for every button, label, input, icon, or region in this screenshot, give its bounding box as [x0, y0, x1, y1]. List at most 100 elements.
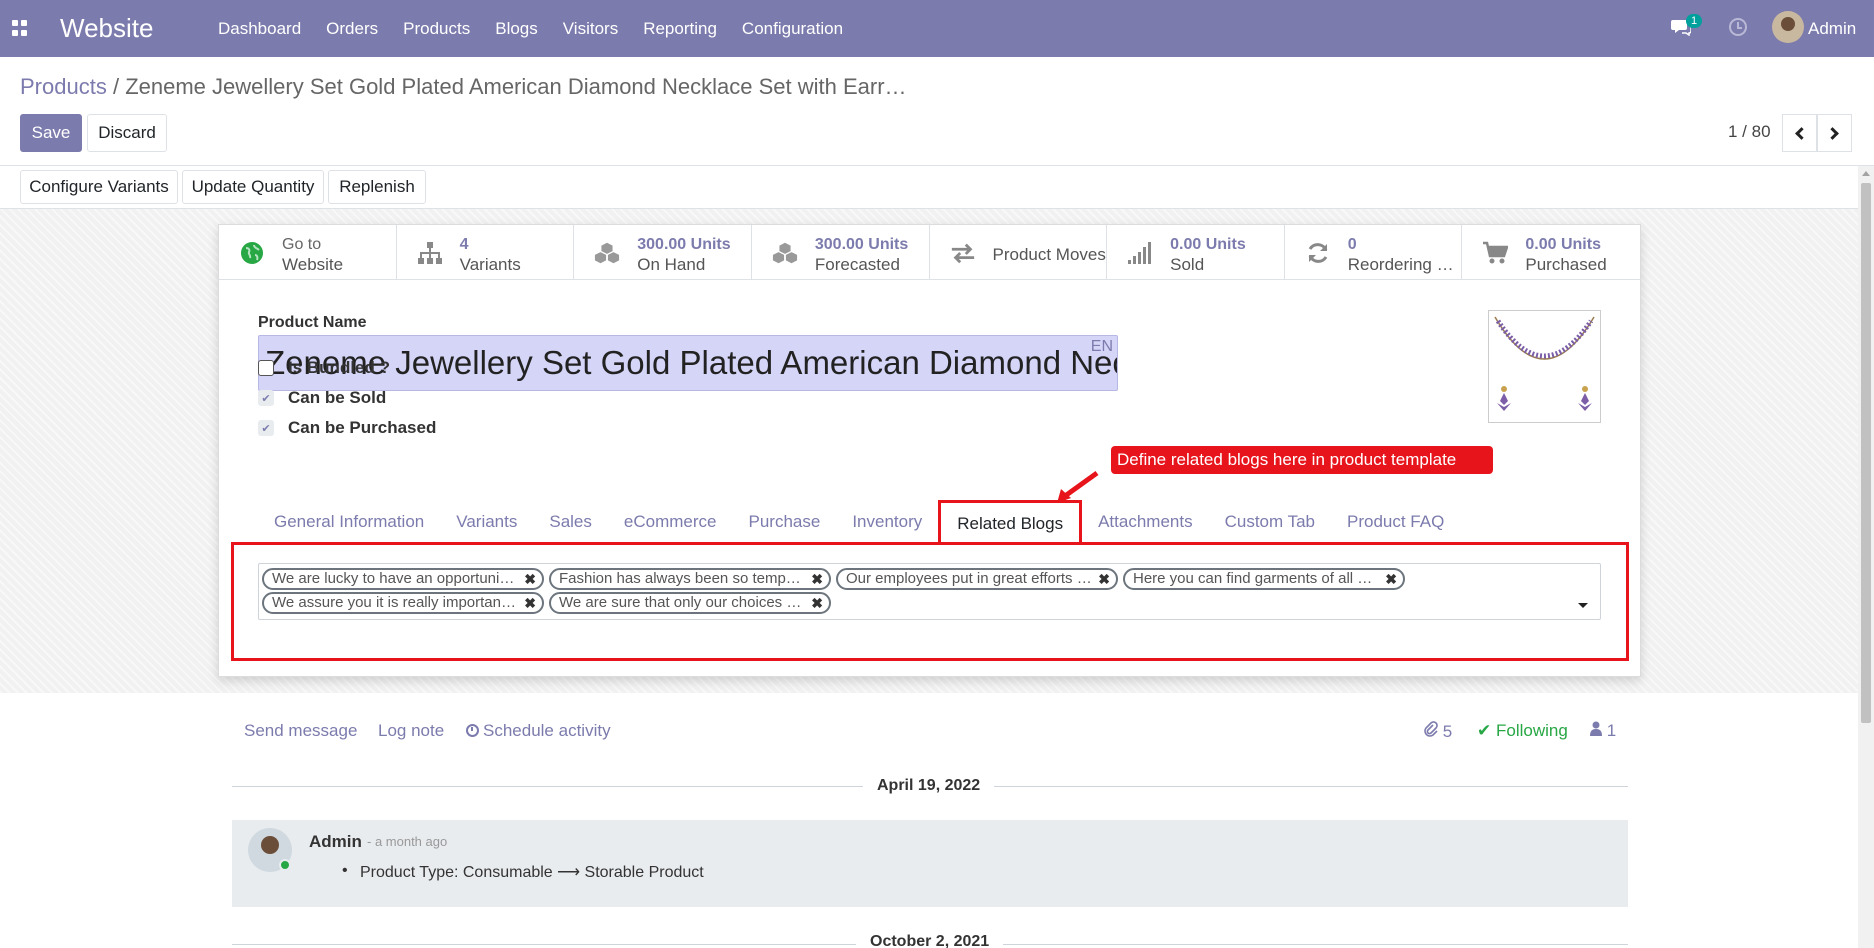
clock-icon	[466, 724, 479, 737]
tab-variants[interactable]: Variants	[440, 500, 533, 544]
forecasted-button[interactable]: 300.00 Units Forecasted	[752, 225, 930, 280]
menu-orders[interactable]: Orders	[326, 19, 378, 39]
related-blogs-field[interactable]: We are lucky to have an opportunit… ✖ Fas…	[258, 563, 1601, 620]
translate-lang-button[interactable]: EN	[1086, 338, 1113, 356]
paperclip-icon	[1424, 721, 1438, 737]
breadcrumb-products-link[interactable]: Products	[20, 74, 107, 99]
attachments-button[interactable]: 5	[1424, 721, 1452, 742]
sitemap-icon	[417, 242, 442, 264]
configure-variants-button[interactable]: Configure Variants	[20, 170, 178, 204]
is-bundled-checkbox[interactable]	[258, 360, 274, 376]
dropdown-caret-icon[interactable]	[1578, 603, 1588, 608]
apps-grid-icon[interactable]	[12, 20, 28, 36]
schedule-activity-button[interactable]: Schedule activity	[466, 721, 611, 741]
blog-tag: We are sure that only our choices … ✖	[549, 592, 831, 614]
remove-tag-icon[interactable]: ✖	[811, 594, 823, 612]
go-to-website-button[interactable]: Go to Website	[219, 225, 397, 280]
related-blogs-tags: We are lucky to have an opportunit… ✖ Fas…	[262, 568, 1562, 614]
product-name-value: Zeneme Jewellery Set Gold Plated America…	[265, 344, 1117, 381]
can-be-purchased-field: ✔ Can be Purchased	[258, 418, 436, 438]
tab-general-information[interactable]: General Information	[258, 500, 440, 544]
necklace-image	[1494, 316, 1595, 411]
cart-icon	[1483, 241, 1509, 264]
can-be-sold-field: ✔ Can be Sold	[258, 388, 386, 408]
is-bundled-field: Is Bundled ?	[258, 358, 390, 378]
message-author[interactable]: Admin	[309, 832, 362, 852]
product-name-label: Product Name	[258, 314, 367, 331]
scrollbar[interactable]	[1858, 166, 1874, 948]
smart-buttons: Go to Website 4 Variants 300.00 Units On…	[219, 225, 1640, 280]
following-button[interactable]: ✔ Following	[1477, 721, 1568, 741]
tab-sales[interactable]: Sales	[533, 500, 608, 544]
remove-tag-icon[interactable]: ✖	[811, 570, 823, 588]
purchased-button[interactable]: 0.00 Units Purchased	[1462, 225, 1640, 280]
log-note-button[interactable]: Log note	[378, 721, 444, 741]
cubes-icon	[772, 242, 797, 264]
save-button[interactable]: Save	[20, 114, 82, 152]
can-be-purchased-checkbox[interactable]: ✔	[258, 420, 274, 436]
menu-products[interactable]: Products	[403, 19, 470, 39]
blog-tag: We assure you it is really important… ✖	[262, 592, 544, 614]
tab-product-faq[interactable]: Product FAQ	[1331, 500, 1460, 544]
can-be-sold-label: Can be Sold	[288, 388, 387, 407]
tab-custom-tab[interactable]: Custom Tab	[1209, 500, 1331, 544]
tab-inventory[interactable]: Inventory	[836, 500, 938, 544]
pager-value[interactable]: 1 / 80	[1728, 122, 1771, 142]
variants-button[interactable]: 4 Variants	[397, 225, 575, 280]
online-status-icon	[279, 859, 291, 871]
followers-button[interactable]: 1	[1590, 721, 1616, 741]
product-image[interactable]	[1488, 310, 1601, 423]
user-icon	[1590, 721, 1602, 736]
discard-button[interactable]: Discard	[87, 114, 167, 152]
tab-purchase[interactable]: Purchase	[732, 500, 836, 544]
remove-tag-icon[interactable]: ✖	[524, 570, 536, 588]
chatter-message: Admin - a month ago Product Type: Consum…	[232, 820, 1628, 907]
reordering-rules-button[interactable]: 0 Reordering …	[1285, 225, 1463, 280]
date-label: April 19, 2022	[863, 777, 995, 795]
is-bundled-label: Is Bundled ?	[288, 358, 390, 377]
message-time: - a month ago	[367, 834, 448, 849]
cubes-icon	[595, 242, 620, 264]
tab-related-blogs[interactable]: Related Blogs	[938, 500, 1083, 544]
user-avatar[interactable]	[1772, 11, 1804, 43]
menu-configuration[interactable]: Configuration	[742, 19, 843, 39]
remove-tag-icon[interactable]: ✖	[524, 594, 536, 612]
sold-button[interactable]: 0.00 Units Sold	[1107, 225, 1285, 280]
exchange-icon	[951, 243, 974, 264]
tab-ecommerce[interactable]: eCommerce	[608, 500, 733, 544]
annotation-callout: Define related blogs here in product tem…	[1111, 446, 1493, 474]
tab-attachments[interactable]: Attachments	[1082, 500, 1209, 544]
notebook-tabs: General Information Variants Sales eComm…	[258, 500, 1460, 544]
scrollbar-thumb[interactable]	[1861, 183, 1871, 723]
update-quantity-button[interactable]: Update Quantity	[182, 170, 324, 204]
blog-tag: Our employees put in great efforts t… ✖	[836, 568, 1118, 590]
remove-tag-icon[interactable]: ✖	[1098, 570, 1110, 588]
remove-tag-icon[interactable]: ✖	[1385, 570, 1397, 588]
product-moves-button[interactable]: Product Moves	[930, 225, 1108, 280]
chat-count-badge: 1	[1686, 14, 1703, 28]
top-navbar: Website Dashboard Orders Products Blogs …	[0, 0, 1874, 57]
app-title[interactable]: Website	[60, 13, 153, 44]
pager-next-button[interactable]	[1817, 114, 1852, 152]
refresh-icon	[1308, 243, 1328, 263]
menu-dashboard[interactable]: Dashboard	[218, 19, 301, 39]
menu-reporting[interactable]: Reporting	[643, 19, 717, 39]
can-be-purchased-label: Can be Purchased	[288, 418, 437, 437]
menu-visitors[interactable]: Visitors	[563, 19, 618, 39]
breadcrumb: Products / Zeneme Jewellery Set Gold Pla…	[20, 74, 907, 100]
scroll-up-icon[interactable]	[1862, 171, 1870, 176]
tracking-value: Product Type: Consumable ⟶ Storable Prod…	[342, 862, 704, 882]
on-hand-button[interactable]: 300.00 Units On Hand	[574, 225, 752, 280]
breadcrumb-current: Zeneme Jewellery Set Gold Plated America…	[125, 74, 907, 99]
chevron-left-icon	[1795, 126, 1808, 140]
send-message-button[interactable]: Send message	[244, 721, 357, 741]
pager-previous-button[interactable]	[1782, 114, 1817, 152]
activity-clock-icon[interactable]	[1729, 18, 1747, 36]
breadcrumb-separator: /	[112, 74, 120, 99]
blog-tag: Fashion has always been so temp… ✖	[549, 568, 831, 590]
user-name[interactable]: Admin	[1808, 19, 1856, 39]
menu-blogs[interactable]: Blogs	[495, 19, 538, 39]
check-icon: ✔	[1477, 721, 1492, 740]
can-be-sold-checkbox[interactable]: ✔	[258, 390, 274, 406]
replenish-button[interactable]: Replenish	[328, 170, 426, 204]
